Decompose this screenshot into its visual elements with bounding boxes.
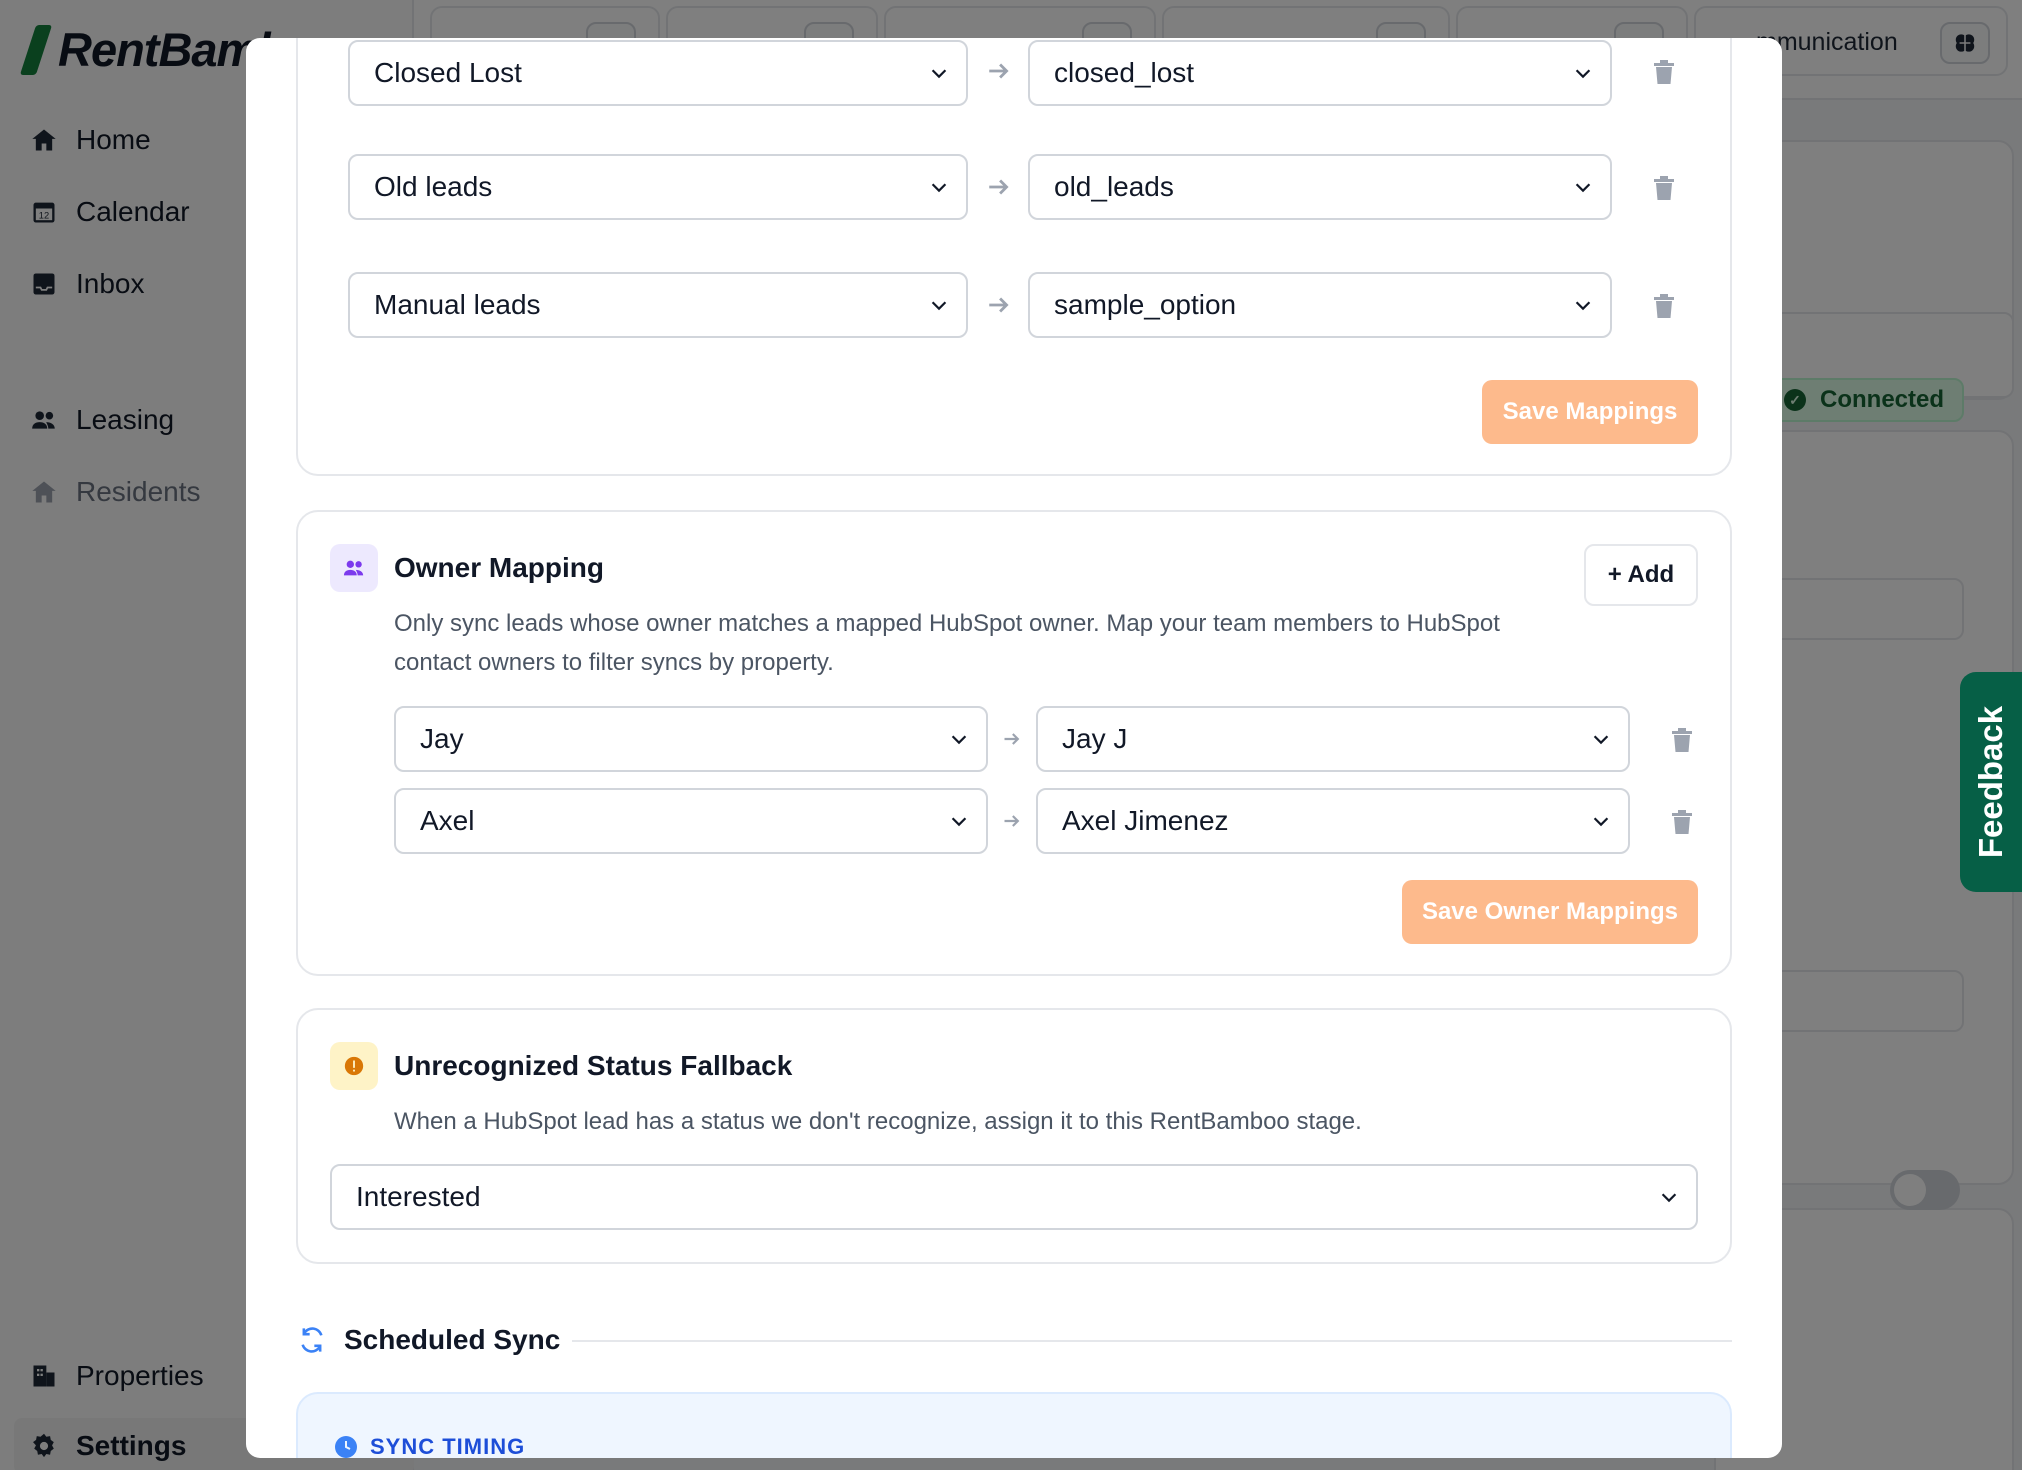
arrow-right-icon — [989, 179, 1009, 195]
add-owner-mapping-button[interactable]: + Add — [1584, 544, 1698, 606]
scheduled-sync-title: Scheduled Sync — [344, 1324, 561, 1355]
owner-target-select[interactable]: Jay J — [1036, 706, 1630, 772]
feedback-label: Feedback — [1972, 705, 2009, 859]
sync-timing-panel: SYNC TIMING — [296, 1392, 1732, 1458]
select-value: Axel Jimenez — [1062, 805, 1229, 836]
owner-source-select[interactable]: Jay — [394, 706, 988, 772]
chevron-down-icon — [951, 735, 967, 745]
select-value: Manual leads — [374, 289, 541, 320]
chevron-down-icon — [931, 69, 947, 79]
sync-timing-header: SYNC TIMING — [334, 1434, 525, 1458]
owner-mapping-description: Only sync leads whose owner matches a ma… — [394, 610, 1500, 676]
status-target-select[interactable]: closed_lost — [1028, 40, 1612, 106]
hubspot-settings-modal: Closed Lost closed_lost Old leads old_le… — [246, 38, 1782, 1458]
trash-icon[interactable] — [1670, 726, 1694, 754]
status-target-select[interactable]: sample_option — [1028, 272, 1612, 338]
trash-icon[interactable] — [1670, 808, 1694, 836]
select-value: Axel — [420, 805, 475, 836]
select-value: Old leads — [374, 171, 493, 202]
owner-source-select[interactable]: Axel — [394, 788, 988, 854]
sync-timing-label: SYNC TIMING — [370, 1434, 526, 1458]
select-value: old_leads — [1054, 171, 1174, 202]
trash-icon[interactable] — [1652, 58, 1676, 86]
fallback-stage-select[interactable]: Interested — [330, 1164, 1698, 1230]
chevron-down-icon — [1575, 69, 1591, 79]
chevron-down-icon — [931, 183, 947, 193]
owner-mapping-title: Owner Mapping — [394, 552, 604, 583]
chevron-down-icon — [1593, 817, 1609, 827]
select-value: Jay — [420, 723, 464, 754]
status-target-select[interactable]: old_leads — [1028, 154, 1612, 220]
select-value: Jay J — [1062, 723, 1128, 754]
trash-icon[interactable] — [1652, 292, 1676, 320]
arrow-right-icon — [1004, 733, 1020, 745]
chevron-down-icon — [1593, 735, 1609, 745]
status-source-select[interactable]: Manual leads — [348, 272, 968, 338]
chevron-down-icon — [951, 817, 967, 827]
chevron-down-icon — [1575, 301, 1591, 311]
trash-icon[interactable] — [1652, 174, 1676, 202]
select-value: closed_lost — [1054, 57, 1195, 88]
status-source-select[interactable]: Old leads — [348, 154, 968, 220]
save-owner-mappings-button[interactable]: Save Owner Mappings — [1402, 880, 1698, 944]
select-value: sample_option — [1054, 289, 1237, 320]
clock-icon — [335, 1436, 357, 1458]
alert-icon — [330, 1042, 378, 1090]
feedback-button[interactable]: Feedback — [1960, 672, 2022, 892]
fallback-description: When a HubSpot lead has a status we don'… — [394, 1108, 1362, 1135]
arrow-right-icon — [989, 297, 1009, 313]
select-value: Closed Lost — [374, 57, 522, 88]
chevron-down-icon — [1661, 1193, 1677, 1203]
users-icon — [330, 544, 378, 592]
chevron-down-icon — [931, 301, 947, 311]
owner-target-select[interactable]: Axel Jimenez — [1036, 788, 1630, 854]
chevron-down-icon — [1575, 183, 1591, 193]
select-value: Interested — [356, 1181, 481, 1212]
arrow-right-icon — [1004, 815, 1020, 827]
arrow-right-icon — [989, 63, 1009, 79]
fallback-title: Unrecognized Status Fallback — [394, 1050, 793, 1081]
section-divider — [572, 1340, 1732, 1342]
status-source-select[interactable]: Closed Lost — [348, 40, 968, 106]
refresh-icon — [301, 1327, 323, 1353]
save-mappings-button[interactable]: Save Mappings — [1482, 380, 1698, 444]
